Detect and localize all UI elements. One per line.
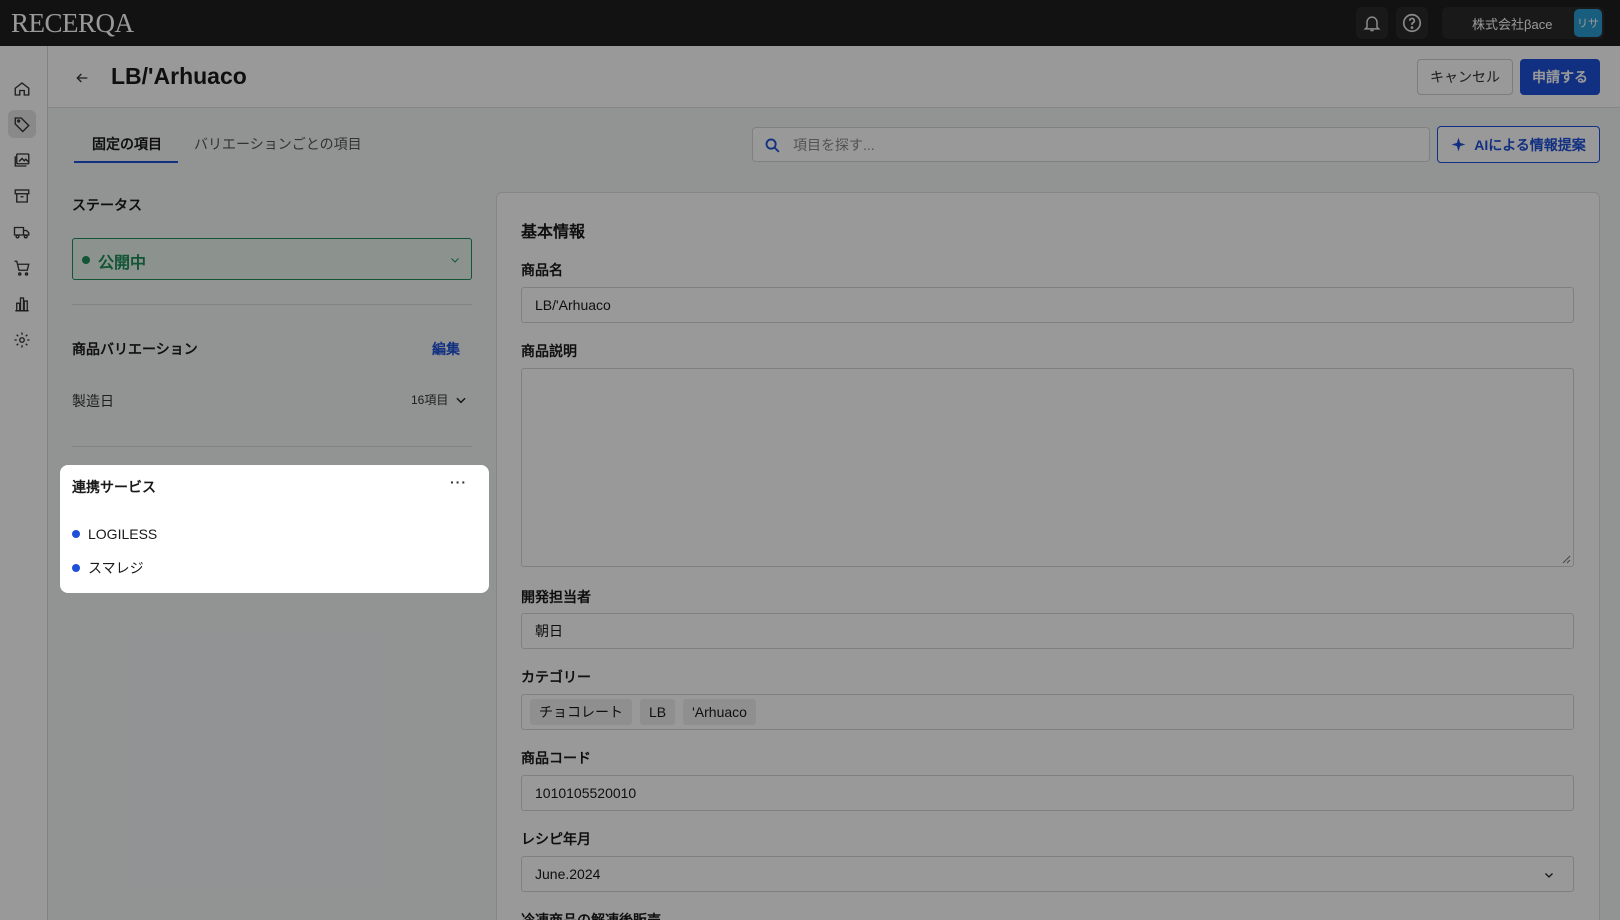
- developer-label: 開発担当者: [521, 589, 591, 605]
- chevron-down-icon: [451, 258, 459, 263]
- images-icon: [14, 153, 30, 167]
- product-code-field[interactable]: 1010105520010: [521, 775, 1574, 811]
- variations-title: 商品バリエーション: [72, 341, 198, 357]
- category-chip[interactable]: 'Arhuaco: [683, 699, 756, 725]
- gear-icon: [14, 332, 30, 348]
- search-icon: [765, 138, 780, 153]
- chevron-down-icon: [1545, 873, 1553, 878]
- tab-variation-items[interactable]: バリエーションごとの項目: [194, 134, 362, 154]
- status-select[interactable]: 公開中: [72, 238, 472, 280]
- sidebar-item-products[interactable]: [8, 110, 36, 138]
- description-label: 商品説明: [521, 343, 577, 359]
- status-title: ステータス: [72, 197, 142, 213]
- sidebar-item-settings[interactable]: [8, 326, 36, 354]
- category-field[interactable]: チョコレート LB 'Arhuaco: [521, 694, 1574, 730]
- status-value: 公開中: [98, 255, 147, 272]
- frozen-sale-label: 冷凍商品の解凍後販売: [521, 912, 661, 920]
- tag-icon: [14, 117, 30, 133]
- category-label: カテゴリー: [521, 669, 591, 685]
- top-bar: RECERQA 株式会社βace リサ: [0, 0, 1620, 46]
- arrow-left-icon: [76, 73, 88, 83]
- basic-info-title: 基本情報: [521, 224, 586, 241]
- chevron-down-icon: [456, 397, 466, 403]
- service-item-logiless: LOGILESS: [72, 526, 157, 542]
- cancel-button[interactable]: キャンセル: [1417, 59, 1513, 95]
- help-icon: [1402, 13, 1422, 33]
- avatar: リサ: [1574, 9, 1602, 37]
- app-logo[interactable]: RECERQA: [11, 8, 134, 39]
- sidebar-item-shipping[interactable]: [8, 218, 36, 246]
- resize-handle-icon[interactable]: [1561, 554, 1571, 564]
- page-header: LB/'Arhuaco キャンセル 申請する: [48, 46, 1620, 108]
- sidebar-item-archive[interactable]: [8, 182, 36, 210]
- variation-count-toggle[interactable]: 16項目: [411, 391, 468, 408]
- linked-services-title: 連携サービス: [72, 479, 156, 495]
- sidebar-item-images[interactable]: [8, 146, 36, 174]
- search-field: [752, 127, 1430, 162]
- product-code-label: 商品コード: [521, 750, 591, 766]
- recipe-date-value: June.2024: [535, 866, 601, 882]
- apply-button[interactable]: 申請する: [1520, 59, 1600, 95]
- service-status-dot: [72, 564, 80, 572]
- sparkle-icon: [1451, 137, 1466, 152]
- page-title: LB/'Arhuaco: [111, 63, 247, 89]
- divider: [72, 446, 472, 447]
- edit-variations-link[interactable]: 編集: [432, 339, 460, 359]
- linked-services-card: 連携サービス ··· LOGILESS スマレジ: [60, 465, 489, 593]
- notification-button[interactable]: [1356, 7, 1388, 39]
- tab-fixed-items[interactable]: 固定の項目: [92, 134, 162, 154]
- recipe-date-select[interactable]: June.2024: [521, 856, 1574, 892]
- service-status-dot: [72, 530, 80, 538]
- developer-field[interactable]: 朝日: [521, 613, 1574, 649]
- description-textarea[interactable]: [521, 368, 1574, 567]
- product-name-field[interactable]: LB/'Arhuaco: [521, 287, 1574, 323]
- top-right-controls: 株式会社βace リサ: [1356, 7, 1604, 39]
- more-options-button[interactable]: ···: [450, 474, 467, 490]
- company-switcher[interactable]: 株式会社βace リサ: [1442, 7, 1604, 39]
- ai-suggest-button[interactable]: AIによる情報提案: [1437, 126, 1600, 163]
- ai-suggest-label: AIによる情報提案: [1474, 136, 1586, 153]
- home-icon: [14, 82, 30, 96]
- chart-icon: [15, 297, 29, 312]
- recipe-date-label: レシピ年月: [521, 831, 591, 847]
- active-tab-indicator: [74, 161, 178, 163]
- service-item-smaregi: スマレジ: [72, 558, 144, 578]
- service-name: LOGILESS: [88, 526, 158, 542]
- help-button[interactable]: [1396, 7, 1428, 39]
- product-name-label: 商品名: [521, 262, 563, 278]
- archive-icon: [14, 189, 30, 203]
- variation-count: 16項目: [411, 393, 449, 407]
- company-name: 株式会社βace: [1472, 16, 1553, 32]
- truck-icon: [13, 226, 30, 239]
- basic-info-panel: 基本情報 商品名 LB/'Arhuaco 商品説明 開発担当者 朝日 カテゴリー…: [496, 192, 1600, 920]
- service-name: スマレジ: [88, 560, 144, 576]
- cart-icon: [14, 260, 30, 276]
- search-input[interactable]: [793, 128, 1413, 161]
- divider: [72, 304, 472, 305]
- sidebar-item-sales[interactable]: [8, 254, 36, 282]
- variation-name: 製造日: [72, 393, 114, 409]
- back-button[interactable]: [70, 66, 94, 90]
- category-chip[interactable]: チョコレート: [530, 699, 632, 725]
- status-dot: [82, 256, 90, 264]
- sidebar: [0, 46, 48, 920]
- sidebar-item-home[interactable]: [8, 75, 36, 103]
- sidebar-item-analytics[interactable]: [8, 290, 36, 318]
- bell-icon: [1363, 16, 1381, 32]
- category-chip[interactable]: LB: [640, 699, 676, 725]
